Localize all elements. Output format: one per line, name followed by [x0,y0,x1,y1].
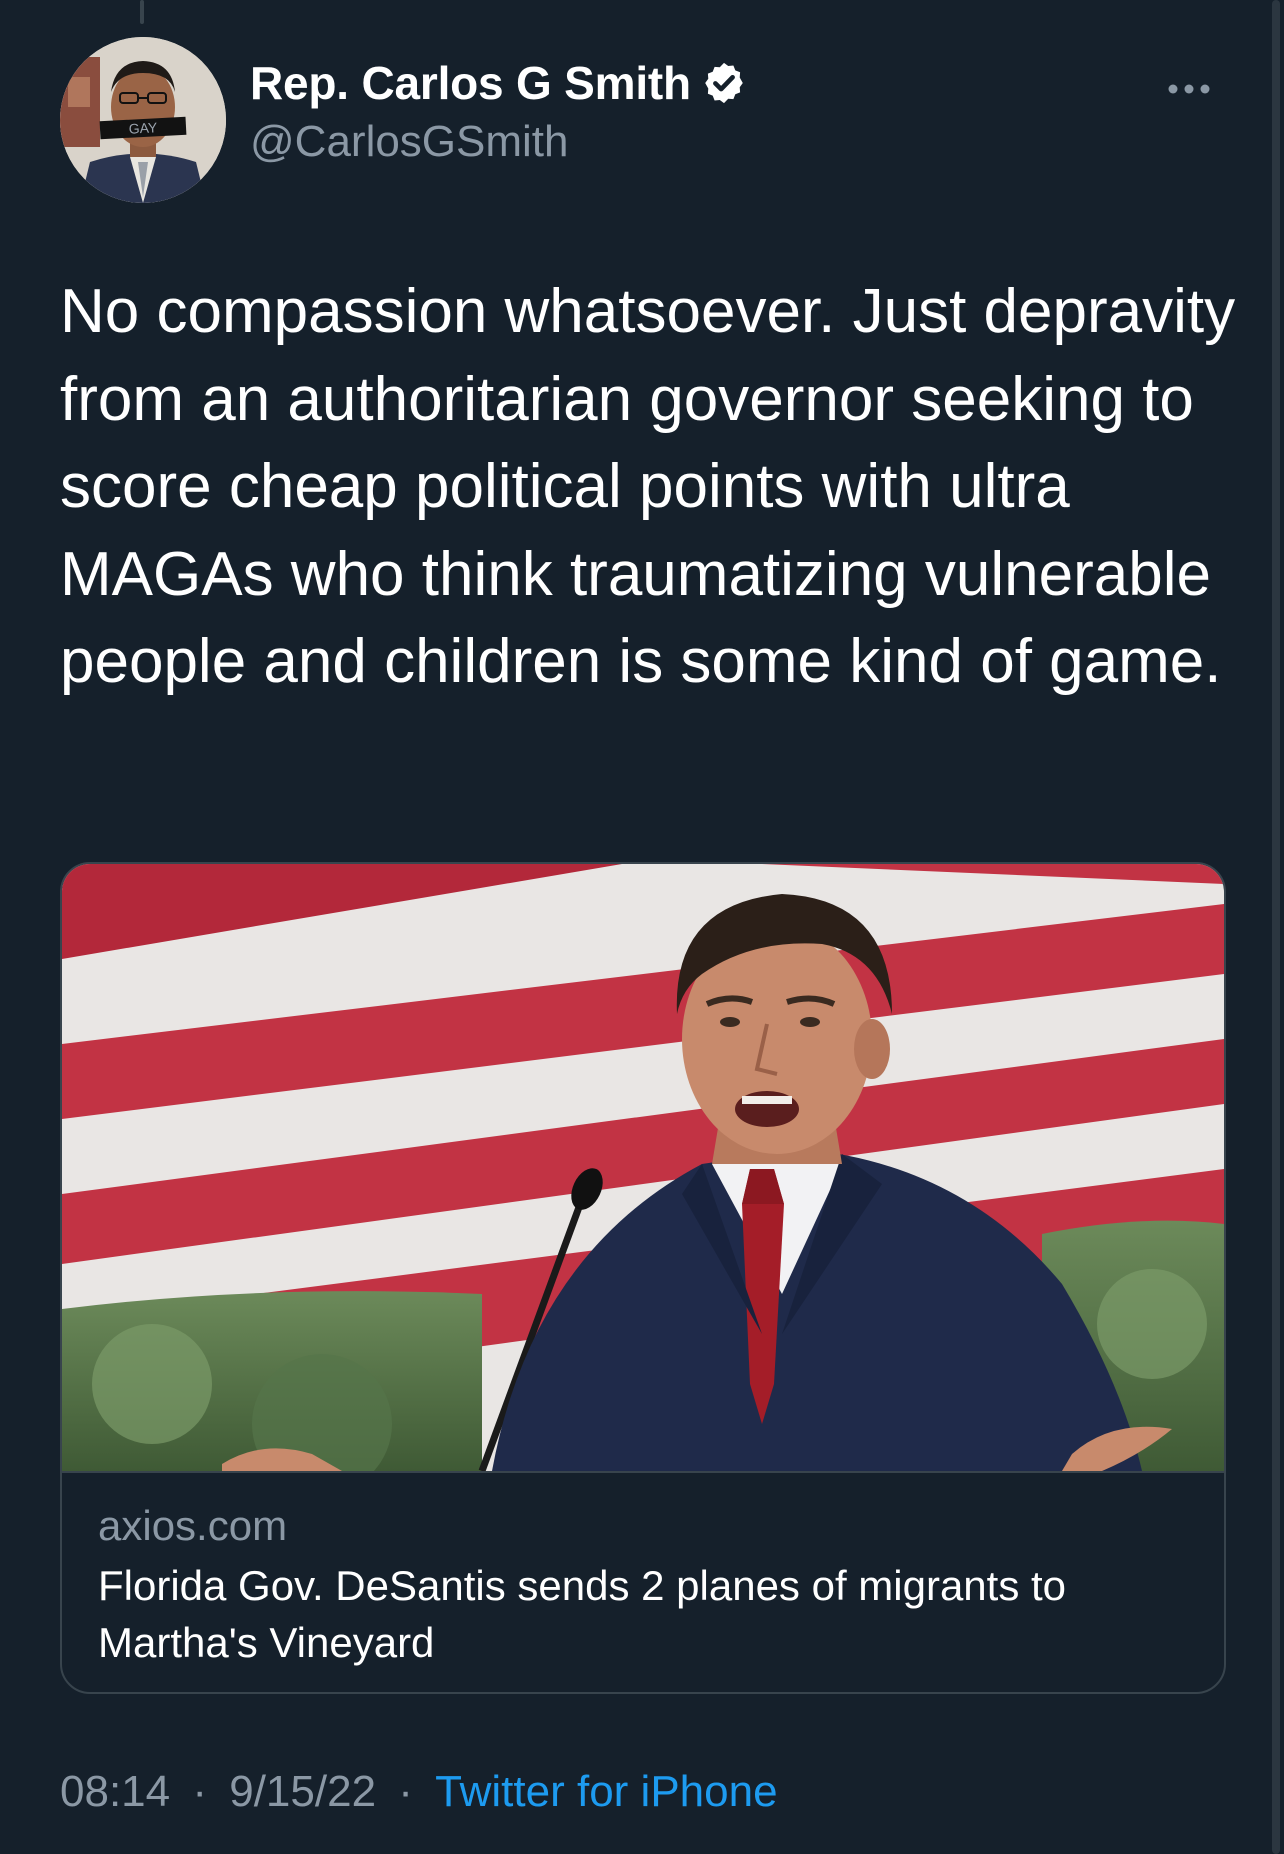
more-horizontal-icon[interactable] [1164,77,1214,101]
card-image[interactable] [62,864,1224,1471]
tweet-header: GAY Rep. Carlos G Smith @CarlosGSmith [60,37,1244,203]
author-handle[interactable]: @CarlosGSmith [250,117,747,167]
tweet-time[interactable]: 08:14 [60,1767,170,1816]
card-title: Florida Gov. DeSantis sends 2 planes of … [98,1562,1067,1666]
card-divider [62,1471,1224,1473]
card-domain: axios.com [98,1502,288,1549]
tweet-date[interactable]: 9/15/22 [229,1767,376,1816]
avatar[interactable]: GAY [60,37,226,203]
tweet-meta: 08:14 · 9/15/22 · Twitter for iPhone [60,1767,778,1817]
thread-connector-line [140,0,144,24]
author-display-name[interactable]: Rep. Carlos G Smith [250,56,691,110]
avatar-photo: GAY [60,37,226,203]
tweet-text: No compassion whatsoever. Just depravity… [60,277,1236,696]
photo-man-at-podium [62,864,1224,1471]
scrollbar[interactable] [1272,0,1280,1854]
meta-separator: · [398,1767,413,1816]
author-info[interactable]: Rep. Carlos G Smith @CarlosGSmith [250,55,747,167]
tweet-source-link[interactable]: Twitter for iPhone [435,1767,777,1816]
link-preview-card[interactable]: axios.com Florida Gov. DeSantis sends 2 … [60,862,1226,1694]
verified-badge-icon [701,60,747,106]
avatar-tape-text: GAY [128,119,158,137]
meta-separator: · [192,1767,207,1816]
